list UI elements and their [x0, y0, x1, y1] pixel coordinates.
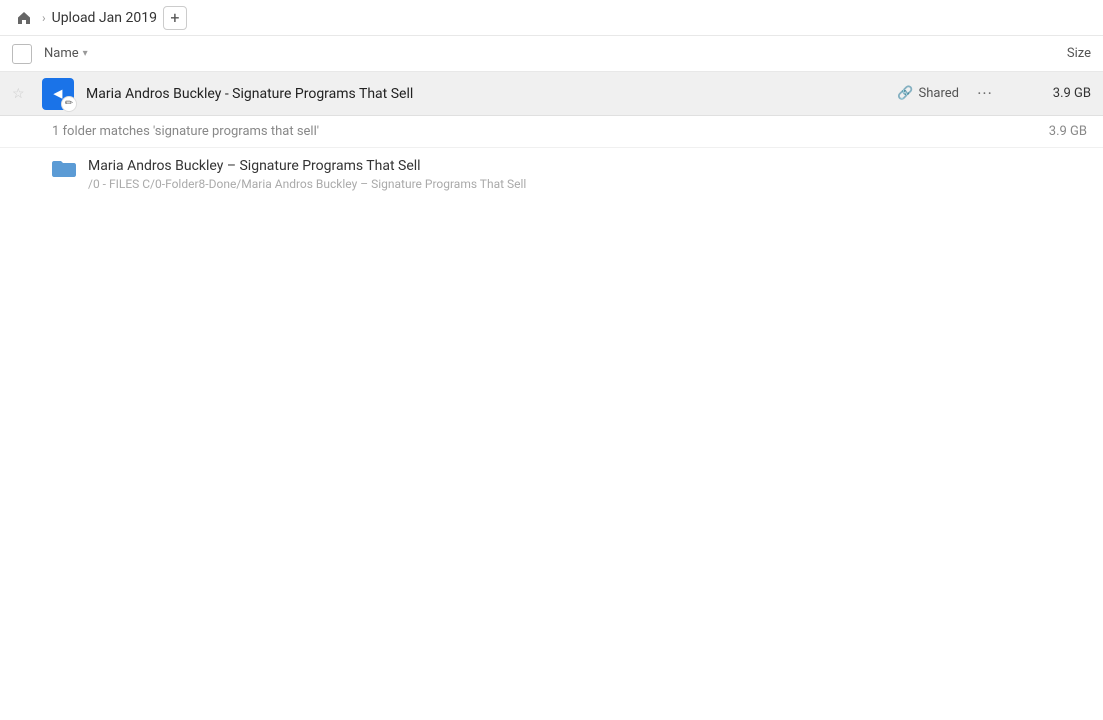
file-name[interactable]: Maria Andros Buckley - Signature Program…: [86, 86, 885, 102]
home-button[interactable]: [12, 6, 36, 30]
subfolder-row[interactable]: Maria Andros Buckley – Signature Program…: [0, 148, 1103, 201]
breadcrumb-separator: ›: [42, 11, 46, 25]
size-column-header[interactable]: Size: [1011, 46, 1091, 61]
more-options-button[interactable]: ···: [971, 80, 999, 108]
shared-label: Shared: [919, 86, 959, 101]
matches-text: 1 folder matches 'signature programs tha…: [52, 124, 319, 139]
file-size: 3.9 GB: [1011, 86, 1091, 101]
file-icon: ◀: [42, 78, 74, 110]
star-icon[interactable]: ☆: [12, 86, 30, 102]
file-row[interactable]: ☆ ◀ Maria Andros Buckley - Signature Pro…: [0, 72, 1103, 116]
name-column-header[interactable]: Name ▾: [44, 46, 999, 61]
link-icon: 🔗: [897, 86, 913, 101]
subfolder-name: Maria Andros Buckley – Signature Program…: [88, 158, 526, 174]
add-button[interactable]: +: [163, 6, 187, 30]
name-sort-icon: ▾: [83, 48, 88, 59]
select-all-checkbox[interactable]: [12, 44, 32, 64]
matches-size: 3.9 GB: [1049, 124, 1087, 139]
name-column-label: Name: [44, 46, 79, 61]
shared-indicator: 🔗 Shared: [897, 86, 959, 101]
file-icon-label: ◀: [54, 87, 62, 100]
subfolder-path: /0 - FILES C/0-Folder8-Done/Maria Andros…: [88, 177, 526, 191]
column-header-row: Name ▾ Size: [0, 36, 1103, 72]
breadcrumb-bar: › Upload Jan 2019 +: [0, 0, 1103, 36]
breadcrumb-title: Upload Jan 2019: [52, 10, 157, 26]
matches-bar: 1 folder matches 'signature programs tha…: [0, 116, 1103, 148]
subfolder-info: Maria Andros Buckley – Signature Program…: [88, 158, 526, 191]
folder-icon: [52, 160, 76, 178]
